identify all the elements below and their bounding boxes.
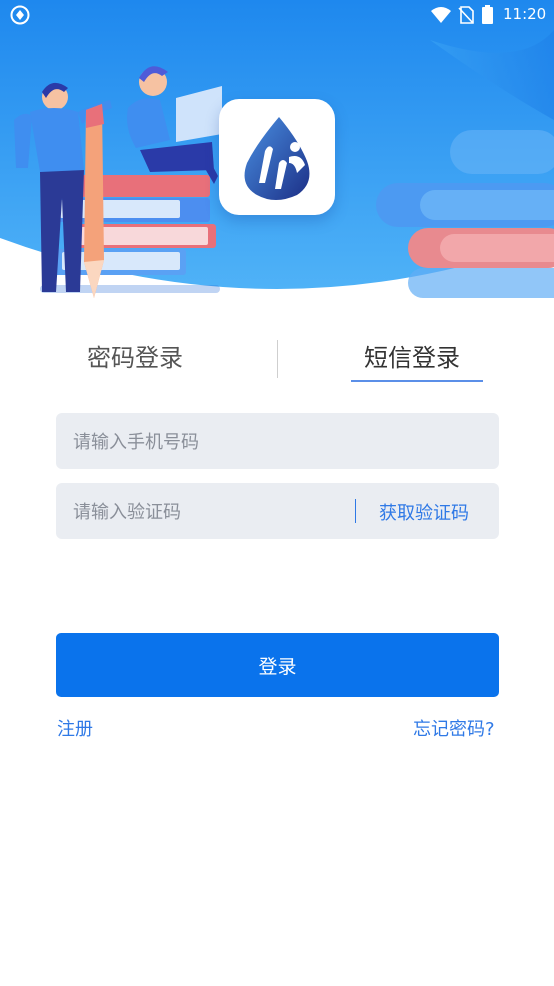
app-notification-icon [10, 5, 30, 25]
status-bar: 11:20 [0, 0, 554, 30]
verification-code-input[interactable] [71, 483, 345, 541]
tab-password-login[interactable]: 密码登录 [87, 338, 183, 373]
app-logo-icon [244, 117, 310, 200]
login-button[interactable]: 登录 [56, 633, 499, 697]
wifi-icon [431, 7, 451, 23]
status-time: 11:20 [503, 5, 547, 23]
get-code-button[interactable]: 获取验证码 [379, 499, 469, 525]
login-tabs: 密码登录 短信登录 [0, 330, 554, 390]
active-tab-indicator [351, 380, 483, 382]
hero-banner: 11:20 [0, 0, 554, 310]
app-logo [219, 99, 335, 215]
no-sim-icon [458, 6, 474, 24]
battery-icon [482, 5, 493, 24]
tab-divider [277, 340, 278, 378]
verification-code-field: 获取验证码 [56, 483, 499, 541]
register-link[interactable]: 注册 [57, 715, 93, 741]
phone-input[interactable] [71, 413, 485, 471]
code-divider [355, 499, 356, 523]
forgot-password-link[interactable]: 忘记密码? [413, 715, 495, 741]
phone-field [56, 413, 499, 471]
tab-sms-login[interactable]: 短信登录 [364, 338, 460, 373]
